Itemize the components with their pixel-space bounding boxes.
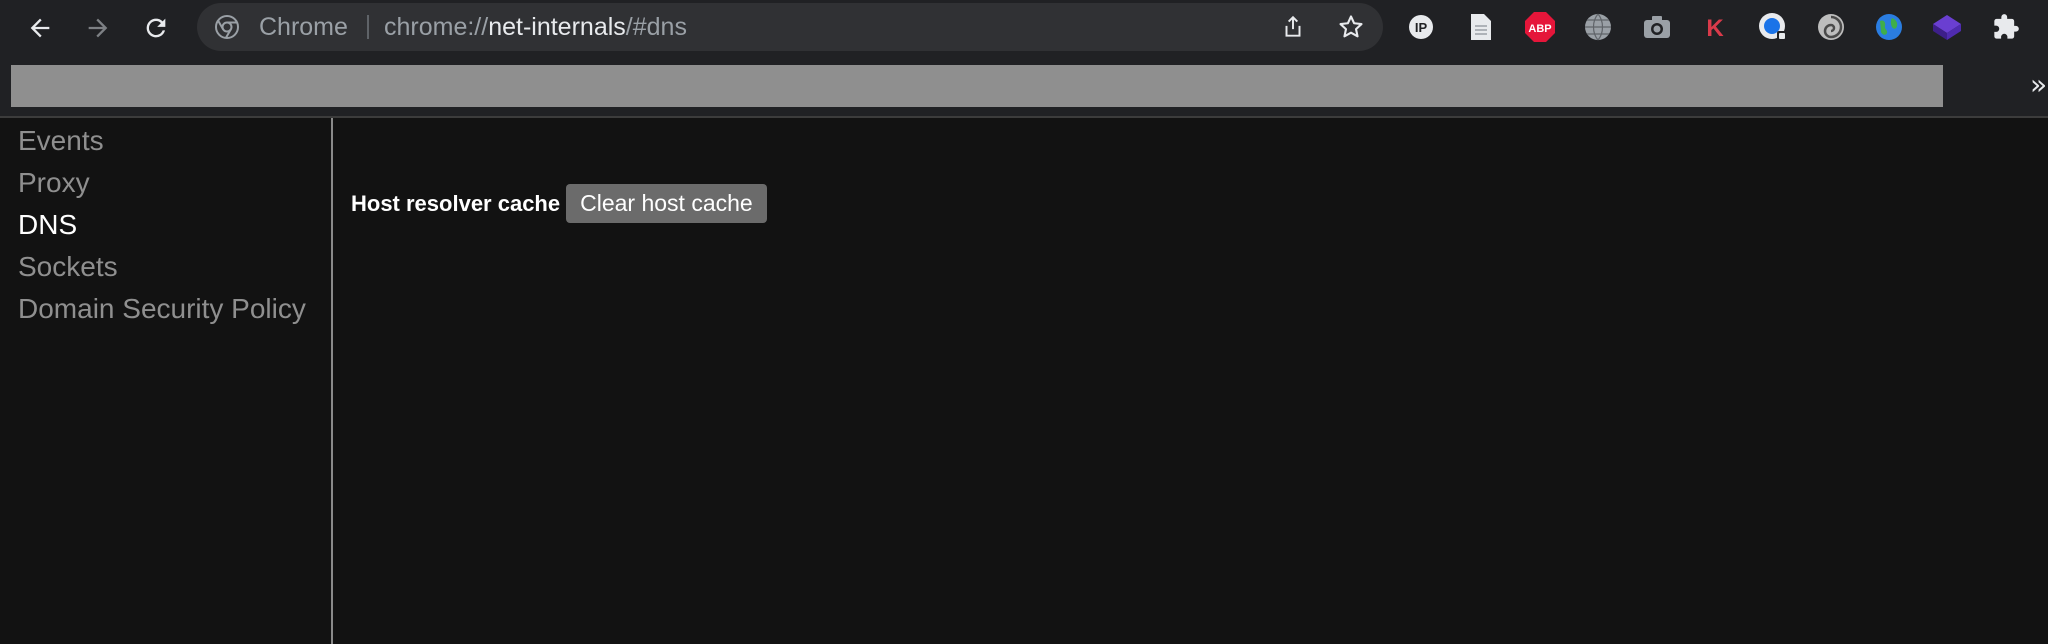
- forward-button[interactable]: [78, 8, 118, 48]
- net-internals-sidebar: Events Proxy DNS Sockets Domain Security…: [0, 118, 333, 644]
- ip-extension-button[interactable]: IP: [1405, 10, 1439, 44]
- url-host: net-internals: [488, 13, 626, 41]
- tab-sockets[interactable]: Sockets: [18, 251, 118, 283]
- share-button[interactable]: [1277, 11, 1309, 43]
- swirl-icon: [1818, 14, 1844, 40]
- bookmark-star-button[interactable]: [1335, 11, 1367, 43]
- cube-icon: [1933, 15, 1961, 40]
- browser-toolbar: Chrome chrome://net-internals/#dns IP AB…: [0, 0, 2048, 56]
- cube-extension-button[interactable]: [1930, 10, 1964, 44]
- puzzle-icon: [1994, 14, 2019, 39]
- dns-panel: Host resolver cache Clear host cache: [333, 118, 2048, 644]
- forward-arrow-icon: [88, 18, 108, 38]
- security-icon: [1759, 13, 1787, 41]
- svg-text:IP: IP: [1415, 20, 1428, 35]
- url-text[interactable]: chrome://net-internals/#dns: [384, 3, 687, 51]
- bookmarks-overflow-button[interactable]: »: [2030, 68, 2047, 101]
- site-label: Chrome: [259, 13, 348, 41]
- globe-icon: [1585, 13, 1611, 41]
- tab-proxy[interactable]: Proxy: [18, 167, 90, 199]
- tab-domain-security-policy[interactable]: Domain Security Policy: [18, 293, 306, 325]
- camera-icon: [1644, 16, 1670, 38]
- globe-extension-button[interactable]: [1581, 10, 1615, 44]
- k-icon: K: [1706, 15, 1724, 42]
- host-resolver-cache-row: Host resolver cache Clear host cache: [351, 184, 767, 223]
- tab-dns[interactable]: DNS: [18, 209, 77, 241]
- url-scheme: chrome://: [384, 13, 489, 41]
- bookmarks-strip: [11, 65, 1943, 107]
- camera-extension-button[interactable]: [1640, 10, 1674, 44]
- share-icon: [1285, 15, 1301, 37]
- earth-icon: [1876, 14, 1902, 40]
- star-icon: [1339, 15, 1363, 38]
- document-icon: [1471, 14, 1491, 40]
- omnibox[interactable]: Chrome chrome://net-internals/#dns: [197, 3, 1383, 51]
- earth-extension-button[interactable]: [1872, 10, 1906, 44]
- ip-icon: IP: [1409, 15, 1433, 39]
- bookmarks-bar: »: [0, 56, 2048, 118]
- document-extension-button[interactable]: [1464, 10, 1498, 44]
- swirl-extension-button[interactable]: [1814, 10, 1848, 44]
- clear-host-cache-button[interactable]: Clear host cache: [566, 184, 767, 223]
- back-button[interactable]: [20, 8, 60, 48]
- url-path: /#dns: [625, 13, 687, 41]
- security-extension-button[interactable]: [1756, 10, 1790, 44]
- adblock-plus-extension-button[interactable]: ABP: [1523, 10, 1557, 44]
- omnibox-divider: [367, 15, 369, 39]
- reload-icon: [146, 18, 166, 38]
- back-arrow-icon: [30, 18, 50, 38]
- k-extension-button[interactable]: K: [1698, 10, 1732, 44]
- svg-text:K: K: [1706, 15, 1724, 42]
- svg-text:ABP: ABP: [1528, 23, 1551, 35]
- host-resolver-cache-label: Host resolver cache: [351, 190, 561, 216]
- tab-events[interactable]: Events: [18, 125, 104, 157]
- reload-button[interactable]: [136, 8, 176, 48]
- extensions-menu-button[interactable]: [1989, 10, 2023, 44]
- adblock-plus-icon: ABP: [1525, 12, 1555, 42]
- chrome-logo-icon: [215, 15, 239, 39]
